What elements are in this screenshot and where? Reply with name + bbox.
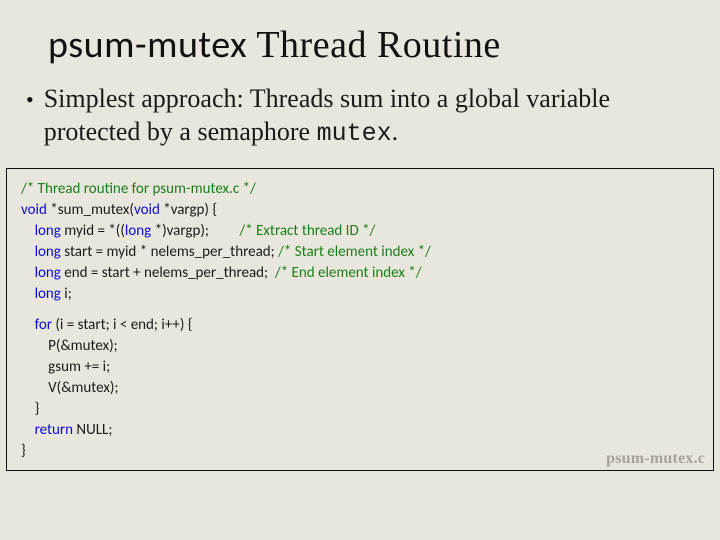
keyword: void: [21, 201, 47, 219]
title-mono: psum-mutex: [48, 22, 247, 68]
indent: [21, 264, 35, 282]
keyword: for: [35, 316, 52, 334]
keyword: return: [35, 421, 73, 439]
comment: /* Thread routine for psum-mutex.c */: [21, 180, 256, 198]
code-text: start = myid * nelems_per_thread;: [61, 243, 278, 261]
indent: [21, 285, 35, 303]
code-text: P(&mutex);: [48, 337, 118, 355]
bullet-text: Simplest approach: Threads sum into a gl…: [44, 82, 654, 150]
indent: [21, 337, 48, 355]
indent: [21, 358, 48, 376]
code-line-8: gsum += i;: [7, 357, 713, 378]
keyword: long: [125, 222, 151, 240]
code-text: end = start + nelems_per_thread;: [61, 264, 275, 282]
indent: [21, 400, 35, 418]
comment: /* Start element index */: [278, 243, 431, 261]
code-line-10: }: [7, 399, 713, 420]
indent: [21, 379, 48, 397]
comment: /* End element index */: [275, 264, 422, 282]
code-text: gsum += i;: [48, 358, 110, 376]
code-box: /* Thread routine for psum-mutex.c */ vo…: [6, 168, 714, 471]
code-line-5: long i;: [7, 284, 713, 305]
code-line-1: void *sum_mutex(void *vargp) {: [7, 200, 713, 221]
source-file-label: psum-mutex.c: [606, 450, 705, 468]
title-rest: Thread Routine: [247, 24, 501, 66]
bullet-suffix: .: [392, 117, 399, 146]
indent: [21, 421, 35, 439]
code-line-3: long start = myid * nelems_per_thread; /…: [7, 242, 713, 263]
bullet-mono: mutex: [317, 119, 392, 148]
code-text: (i = start; i < end; i++) {: [52, 316, 193, 334]
code-text: myid = *((: [61, 222, 125, 240]
keyword: long: [35, 243, 61, 261]
keyword: void: [134, 201, 160, 219]
keyword: long: [35, 264, 61, 282]
code-text: V(&mutex);: [48, 379, 118, 397]
indent: [21, 316, 35, 334]
code-text: }: [21, 442, 26, 460]
code-line-11: return NULL;: [7, 420, 713, 441]
slide-title: psum-mutex Thread Routine: [48, 22, 720, 68]
code-text: }: [35, 400, 40, 418]
code-text: NULL;: [73, 421, 112, 439]
keyword: long: [35, 222, 61, 240]
blank-line: [7, 305, 713, 315]
code-text: *sum_mutex(: [47, 201, 134, 219]
code-line-6: for (i = start; i < end; i++) {: [7, 315, 713, 336]
bullet-dot: •: [26, 84, 34, 116]
code-line-7: P(&mutex);: [7, 336, 713, 357]
code-text: *)vargp);: [151, 222, 239, 240]
code-line-0: /* Thread routine for psum-mutex.c */: [7, 179, 713, 200]
bullet-row: • Simplest approach: Threads sum into a …: [26, 82, 692, 150]
code-text: *vargp) {: [160, 201, 217, 219]
code-line-4: long end = start + nelems_per_thread; /*…: [7, 263, 713, 284]
keyword: long: [35, 285, 61, 303]
indent: [21, 243, 35, 261]
code-text: i;: [61, 285, 72, 303]
code-line-2: long myid = *((long *)vargp); /* Extract…: [7, 221, 713, 242]
code-line-9: V(&mutex);: [7, 378, 713, 399]
comment: /* Extract thread ID */: [239, 222, 375, 240]
indent: [21, 222, 35, 240]
slide: psum-mutex Thread Routine • Simplest app…: [0, 22, 720, 540]
